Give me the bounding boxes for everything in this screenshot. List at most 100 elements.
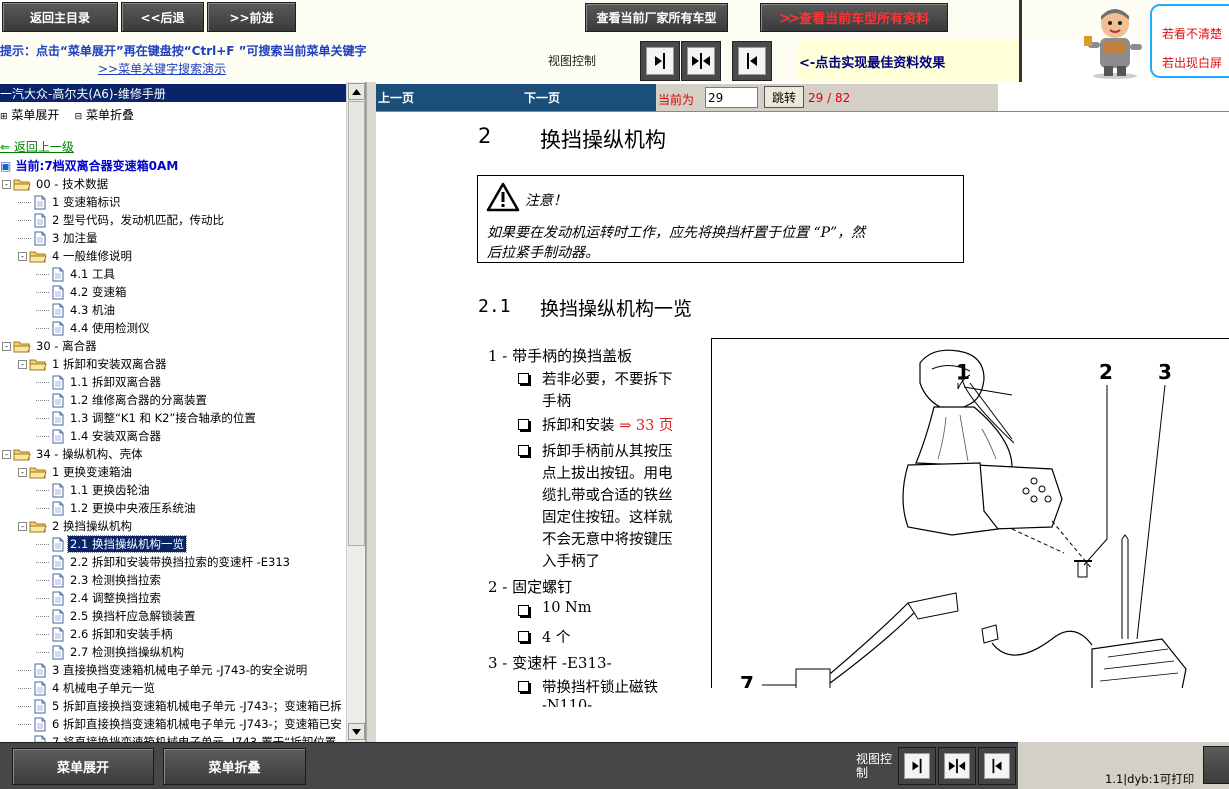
status-button[interactable] [1203, 746, 1229, 784]
tree-page-item[interactable]: 2.1 换挡操纵机构一览 [36, 535, 187, 553]
previous-page-button[interactable]: 上一页 [378, 89, 414, 106]
tree-collapse-toggle-icon[interactable]: - [18, 467, 27, 477]
tree-folder-item[interactable]: - 00 - 技术数据 [2, 175, 110, 193]
tree-page-item[interactable]: 1.3 调整“K1 和 K2”接合轴承的位置 [36, 409, 258, 427]
tree-connector [36, 309, 49, 311]
forward-button[interactable]: >>前进 [207, 2, 296, 32]
tree-page-item[interactable]: 2.7 检测换挡操纵机构 [36, 643, 186, 661]
tree-folder-item[interactable]: - 2 换挡操纵机构 [18, 517, 134, 535]
back-up-link[interactable]: ⇐ 返回上一级 [0, 138, 74, 155]
tree-collapse-toggle-icon[interactable]: - [18, 251, 27, 261]
tree-page-item[interactable]: 3 直接换挡变速箱机械电子单元 -J743-的安全说明 [18, 661, 309, 679]
tree-expand-link[interactable]: 菜单展开 [11, 108, 59, 122]
ctrl-f-tip: 提示：点击“菜单展开”再在键盘按“Ctrl+F ”可搜索当前菜单关键字 [0, 44, 367, 58]
tree-connector [36, 399, 49, 401]
part-1-bullet-3-line: 固定住按钮。这样就 [542, 510, 673, 526]
current-model-label: 查看当前车型所有资料 [799, 12, 930, 27]
panel-left-arrow-icon [992, 758, 1002, 774]
tree-connector [36, 579, 49, 581]
tree-page-item[interactable]: 2.3 检测换挡拉索 [36, 571, 163, 589]
tree-page-item[interactable]: 1.2 更换中央液压系统油 [36, 499, 197, 517]
collapse-menu-button[interactable]: 菜单折叠 [163, 748, 306, 785]
page-icon [52, 375, 64, 389]
tree-page-item[interactable]: 1.4 安装双离合器 [36, 427, 163, 445]
view-split-button[interactable] [681, 41, 721, 81]
tree-connector [36, 633, 49, 635]
tree-folder-item[interactable]: - 30 - 离合器 [2, 337, 99, 355]
section-number: 2 [478, 124, 492, 148]
tree-page-item[interactable]: 4.3 机油 [36, 301, 117, 319]
home-button[interactable]: 返回主目录 [2, 2, 118, 32]
bottom-view-full-button[interactable] [978, 747, 1016, 785]
tree-page-item[interactable]: 2.6 拆卸和安装手柄 [36, 625, 174, 643]
tree-page-item[interactable]: 1.2 维修离合器的分离装置 [36, 391, 209, 409]
page-number-input[interactable] [705, 87, 758, 108]
tree-page-item[interactable]: 1 变速箱标识 [18, 193, 122, 211]
next-page-button[interactable]: 下一页 [524, 89, 560, 106]
tree-page-item[interactable]: 2.4 调整换挡拉索 [36, 589, 163, 607]
tree-page-item[interactable]: 1.1 拆卸双离合器 [36, 373, 163, 391]
figure-label-2: 2 [1099, 360, 1113, 384]
bottom-view-split-button[interactable] [938, 747, 976, 785]
tree-collapse-icon[interactable]: ⊟ [75, 112, 83, 122]
panel-splitter[interactable] [366, 82, 376, 742]
tree-collapse-link[interactable]: 菜单折叠 [86, 108, 134, 122]
tree-item-label: 1.4 安装双离合器 [70, 429, 161, 443]
bottom-view-control-label: 视图控制 [856, 752, 893, 780]
tree-page-item[interactable]: 4 机械电子单元一览 [18, 679, 157, 697]
tree-page-item[interactable]: 4.1 工具 [36, 265, 117, 283]
current-page-label: 当前为 [658, 93, 695, 107]
tree-page-item[interactable]: 2.2 拆卸和安装带换挡拉索的变速杆 -E313 [36, 553, 292, 571]
all-models-button[interactable]: 查看当前厂家所有车型 [585, 3, 728, 32]
search-demo-link[interactable]: >>菜单关键字搜索演示 [98, 60, 226, 77]
part-2-bullet: 4 个 [542, 630, 571, 646]
current-model-button[interactable]: >> 查看当前车型所有资料 [760, 3, 948, 32]
checkbox-bullet-icon [518, 631, 529, 642]
page-icon [52, 411, 64, 425]
folder-open-icon [29, 359, 47, 370]
bottom-view-left-button[interactable] [898, 747, 936, 785]
tree-folder-item[interactable]: - 4 一般维修说明 [18, 247, 134, 265]
tree-page-item[interactable]: 4.2 变速箱 [36, 283, 128, 301]
tree-page-item[interactable]: 4.4 使用检测仪 [36, 319, 151, 337]
tree-folder-item[interactable]: - 1 更换变速箱油 [18, 463, 134, 481]
tree-page-item[interactable]: 6 拆卸直接换挡变速箱机械电子单元 -J743-；变速箱已安 [18, 715, 344, 733]
tree-folder-item[interactable]: - 1 拆卸和安装双离合器 [18, 355, 168, 373]
tree-connector [36, 489, 49, 491]
tree-collapse-toggle-icon[interactable]: - [2, 179, 11, 189]
jump-button[interactable]: 跳转 [764, 86, 804, 108]
part-1-bullet-3-line: 拆卸手柄前从其按压 [542, 444, 673, 460]
tree-collapse-toggle-icon[interactable]: - [18, 359, 27, 369]
scroll-thumb[interactable] [348, 101, 365, 546]
page-icon [34, 663, 46, 677]
tree-page-item[interactable]: 2 型号代码，发动机匹配，传动比 [18, 211, 226, 229]
back-button[interactable]: <<后退 [121, 2, 204, 32]
tree-folder-item[interactable]: - 34 - 操纵机构、壳体 [2, 445, 145, 463]
tree-page-item[interactable]: 2.5 换挡杆应急解锁装置 [36, 607, 197, 625]
scroll-down-button[interactable] [348, 723, 365, 740]
tree-collapse-toggle-icon[interactable]: - [2, 449, 11, 459]
folder-open-icon [29, 251, 47, 262]
tree-page-item[interactable]: 1.1 更换齿轮油 [36, 481, 151, 499]
tree-item-label: 3 加注量 [52, 231, 98, 245]
gear-shift-illustration: 1 2 3 7 [740, 349, 1187, 688]
view-full-document-button[interactable] [732, 41, 772, 81]
expand-menu-button[interactable]: 菜单展开 [12, 748, 154, 785]
tree-page-item[interactable]: 5 拆卸直接换挡变速箱机械电子单元 -J743-；变速箱已拆 [18, 697, 344, 715]
tree-collapse-toggle-icon[interactable]: - [18, 521, 27, 531]
hint-box[interactable]: 若看不清楚 若出现白屏 [1150, 4, 1229, 78]
page-icon [52, 591, 64, 605]
tree-item-label: 1.2 更换中央液压系统油 [70, 501, 196, 515]
figure-label-7: 7 [740, 672, 754, 688]
tree-collapse-toggle-icon[interactable]: - [2, 341, 11, 351]
tree-page-item[interactable]: 3 加注量 [18, 229, 99, 247]
scroll-up-button[interactable] [348, 83, 365, 100]
page-reference-link[interactable]: ⇒ 33 页 [619, 418, 673, 434]
caution-title: 注意！ [525, 193, 567, 209]
tree-expand-icon[interactable]: ⊞ [0, 112, 8, 122]
tree-page-item[interactable]: 7 将直接换挡变速箱机械电子单元 -J743-置于“拆卸位置 [18, 733, 338, 742]
view-left-panel-button[interactable] [640, 41, 680, 81]
page-icon [34, 213, 46, 227]
hint-line-2: 若出现白屏 [1162, 56, 1223, 70]
tree-scrollbar[interactable] [346, 82, 365, 742]
